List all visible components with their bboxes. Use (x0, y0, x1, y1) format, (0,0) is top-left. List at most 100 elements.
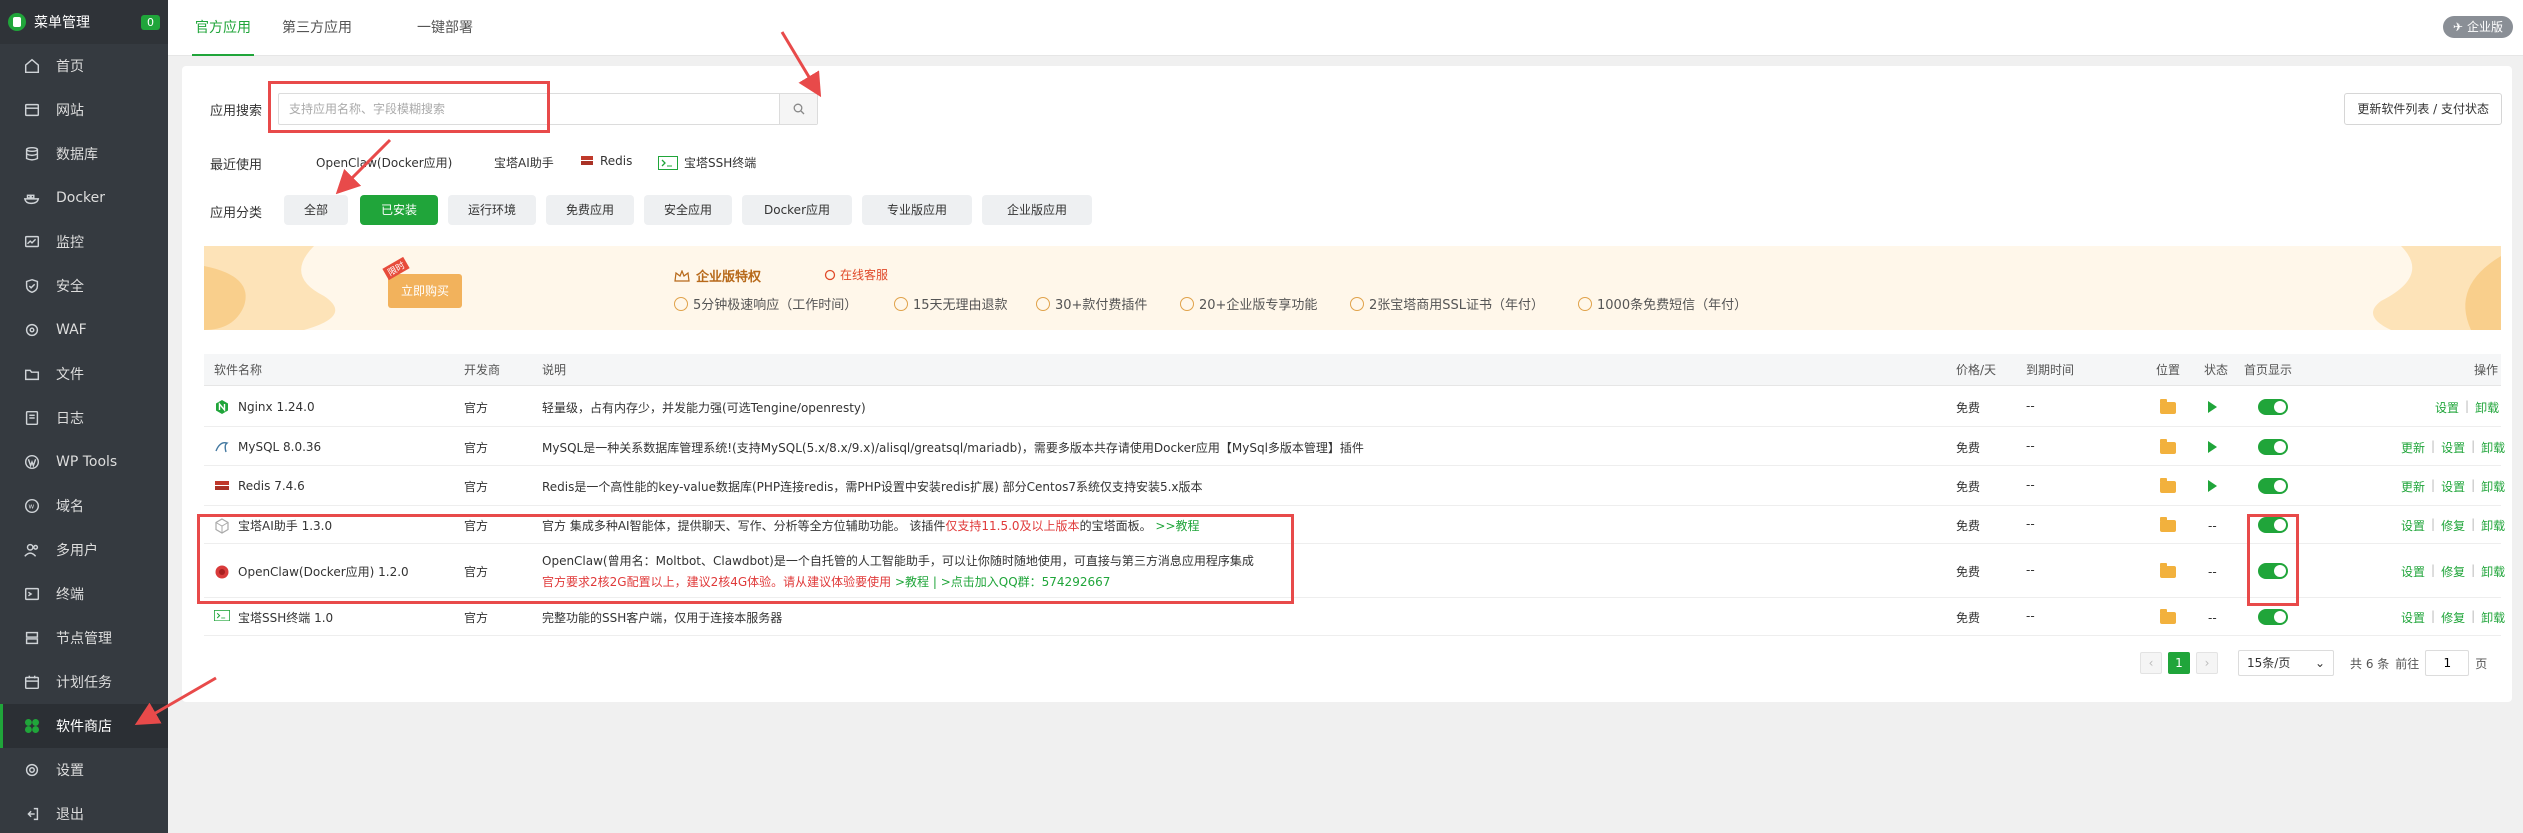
row-action[interactable]: 卸载 (2481, 439, 2505, 456)
sidebar-item-1[interactable]: 网站 (0, 88, 168, 132)
row-action[interactable]: 更新 (2401, 439, 2425, 456)
tutorial-link[interactable]: >>教程 (1155, 519, 1199, 533)
update-software-list-button[interactable]: 更新软件列表 / 支付状态 (2344, 93, 2502, 125)
row-action[interactable]: 设置 (2401, 563, 2425, 580)
row-action[interactable]: 设置 (2441, 478, 2465, 495)
row-action[interactable]: 更新 (2401, 478, 2425, 495)
category-runtime[interactable]: 运行环境 (448, 195, 536, 225)
sidebar-item-2[interactable]: 数据库 (0, 132, 168, 176)
sidebar-item-10[interactable]: w 域名 (0, 484, 168, 528)
recent-bt-ssh[interactable]: 宝塔SSH终端 (658, 154, 756, 171)
row-action[interactable]: 设置 (2401, 609, 2425, 626)
category-security[interactable]: 安全应用 (644, 195, 732, 225)
folder-icon[interactable] (2160, 439, 2176, 457)
homepage-toggle[interactable] (2258, 609, 2288, 628)
software-icon (214, 609, 230, 626)
row-action[interactable]: 设置 (2441, 439, 2465, 456)
sidebar-item-15[interactable]: 软件商店 (0, 704, 168, 748)
folder-icon[interactable] (2160, 517, 2176, 535)
play-icon[interactable] (2208, 401, 2217, 413)
page-size-select[interactable]: 15条/页 ⌄ (2238, 650, 2334, 676)
buy-now-button[interactable]: 立即购买 (388, 274, 462, 308)
diamond-icon (1180, 296, 1194, 311)
goto-page-input[interactable] (2425, 650, 2470, 676)
search-button[interactable] (779, 94, 817, 124)
next-page-button[interactable]: › (2196, 652, 2218, 674)
folder-icon[interactable] (2160, 609, 2176, 627)
recent-openclaw[interactable]: OpenClaw(Docker应用) (316, 154, 452, 171)
row-action[interactable]: 卸载 (2481, 609, 2505, 626)
row-software-name[interactable]: MySQL 8.0.36 (214, 439, 321, 455)
sidebar-item-3[interactable]: Docker (0, 176, 168, 220)
tab-one-click-deploy[interactable]: 一键部署 (414, 0, 476, 56)
search-input[interactable] (279, 94, 779, 124)
folder-icon[interactable] (2160, 563, 2176, 581)
row-action[interactable]: 修复 (2441, 563, 2465, 580)
wordpress-icon (22, 452, 42, 472)
homepage-toggle[interactable] (2258, 399, 2288, 418)
row-software-name[interactable]: 宝塔AI助手 1.3.0 (214, 517, 332, 534)
online-service-link[interactable]: 在线客服 (824, 266, 888, 283)
sidebar-item-0[interactable]: 首页 (0, 44, 168, 88)
enterprise-badge[interactable]: ✈ 企业版 (2442, 16, 2513, 38)
category-installed[interactable]: 已安装 (360, 195, 438, 225)
category-all[interactable]: 全部 (284, 195, 348, 225)
sidebar-badge[interactable]: 0 (141, 14, 160, 30)
row-action[interactable]: 卸载 (2475, 399, 2499, 416)
recent-redis[interactable]: Redis (580, 154, 632, 168)
row-action[interactable]: 卸载 (2481, 517, 2505, 534)
sidebar-item-17[interactable]: 退出 (0, 792, 168, 833)
row-action[interactable]: 卸载 (2481, 478, 2505, 495)
recent-bt-ai[interactable]: 宝塔AI助手 (494, 154, 554, 171)
row-software-name[interactable]: Redis 7.4.6 (214, 478, 305, 494)
sidebar-item-8[interactable]: 日志 (0, 396, 168, 440)
row-status-text: -- (2208, 565, 2217, 579)
folder-icon[interactable] (2160, 399, 2176, 417)
headset-icon (824, 269, 836, 280)
homepage-toggle[interactable] (2258, 517, 2288, 536)
software-store-card: 应用搜索 更新软件列表 / 支付状态 最近使用 OpenClaw(Docker应… (182, 66, 2512, 702)
row-software-name[interactable]: Nginx 1.24.0 (214, 399, 315, 415)
category-free[interactable]: 免费应用 (546, 195, 634, 225)
category-docker[interactable]: Docker应用 (742, 195, 852, 225)
recent-item-label: 宝塔AI助手 (494, 156, 554, 170)
category-pro[interactable]: 专业版应用 (862, 195, 972, 225)
sidebar-item-7[interactable]: 文件 (0, 352, 168, 396)
svg-text:w: w (28, 502, 34, 511)
homepage-toggle[interactable] (2258, 478, 2288, 497)
row-action[interactable]: 设置 (2401, 517, 2425, 534)
homepage-toggle[interactable] (2258, 439, 2288, 458)
sidebar-item-6[interactable]: WAF (0, 308, 168, 352)
row-action[interactable]: 修复 (2441, 609, 2465, 626)
tutorial-link[interactable]: >教程 | >点击加入QQ群： (895, 575, 1042, 589)
category-enterprise[interactable]: 企业版应用 (982, 195, 1092, 225)
row-price: 免费 (1956, 480, 1981, 494)
prev-page-button[interactable]: ‹ (2140, 652, 2162, 674)
homepage-toggle[interactable] (2258, 563, 2288, 582)
sidebar-item-14[interactable]: 计划任务 (0, 660, 168, 704)
sidebar-item-16[interactable]: 设置 (0, 748, 168, 792)
sidebar-item-9[interactable]: WP Tools (0, 440, 168, 484)
row-software-name[interactable]: OpenClaw(Docker应用) 1.2.0 (214, 563, 409, 580)
goto-label: 前往 (2395, 656, 2420, 671)
sidebar-item-12[interactable]: 终端 (0, 572, 168, 616)
clock-icon (674, 296, 688, 311)
tab-third-party-apps[interactable]: 第三方应用 (280, 0, 354, 56)
sidebar-item-13[interactable]: 节点管理 (0, 616, 168, 660)
row-action[interactable]: 卸载 (2481, 563, 2505, 580)
row-action[interactable]: 设置 (2435, 399, 2459, 416)
row-action[interactable]: 修复 (2441, 517, 2465, 534)
tab-official-apps[interactable]: 官方应用 (192, 0, 254, 56)
play-icon[interactable] (2208, 480, 2217, 492)
row-software-name[interactable]: 宝塔SSH终端 1.0 (214, 609, 333, 626)
banner-feature-text: 2张宝塔商用SSL证书（年付） (1369, 298, 1545, 313)
sidebar-item-5[interactable]: 安全 (0, 264, 168, 308)
folder-icon[interactable] (2160, 478, 2176, 496)
sidebar-item-label: 终端 (56, 587, 84, 603)
current-page[interactable]: 1 (2168, 652, 2190, 674)
sidebar-item-11[interactable]: 多用户 (0, 528, 168, 572)
play-icon[interactable] (2208, 441, 2217, 453)
sidebar-item-4[interactable]: 监控 (0, 220, 168, 264)
sidebar-item-label: Docker (56, 190, 106, 206)
th-expire: 到期时间 (2026, 363, 2075, 377)
